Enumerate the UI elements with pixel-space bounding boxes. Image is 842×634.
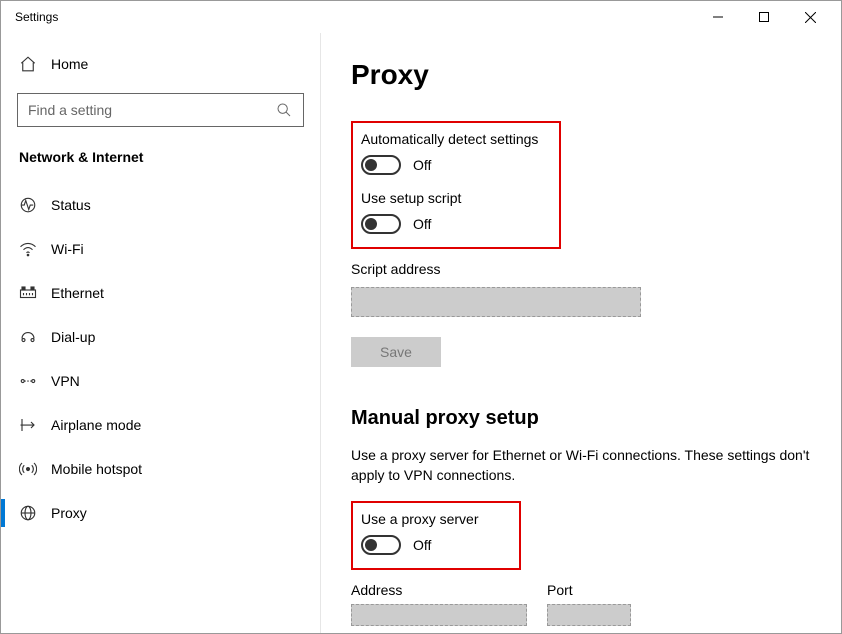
sidebar-item-label: Wi-Fi — [51, 241, 84, 257]
setup-script-label: Use setup script — [361, 190, 551, 206]
sidebar-item-label: Mobile hotspot — [51, 461, 142, 477]
sidebar-item-ethernet[interactable]: Ethernet — [1, 271, 320, 315]
sidebar-item-vpn[interactable]: VPN — [1, 359, 320, 403]
window-controls — [695, 1, 833, 33]
dialup-icon — [19, 328, 37, 346]
address-input — [351, 604, 527, 626]
sidebar-item-hotspot[interactable]: Mobile hotspot — [1, 447, 320, 491]
sidebar-item-wifi[interactable]: Wi-Fi — [1, 227, 320, 271]
setup-script-toggle[interactable]: Off — [361, 214, 431, 234]
use-proxy-label: Use a proxy server — [361, 511, 511, 527]
nav-home[interactable]: Home — [1, 45, 320, 83]
search-icon — [275, 101, 293, 119]
sidebar-item-label: VPN — [51, 373, 80, 389]
search-box[interactable] — [17, 93, 304, 127]
wifi-icon — [19, 240, 37, 258]
nav-home-label: Home — [51, 56, 88, 72]
save-button: Save — [351, 337, 441, 367]
sidebar-section-header: Network & Internet — [1, 143, 320, 183]
manual-section-title: Manual proxy setup — [351, 407, 811, 430]
script-address-label: Script address — [351, 261, 811, 277]
highlight-manual-section: Use a proxy server Off — [351, 501, 521, 570]
hotspot-icon — [19, 460, 37, 478]
sidebar-item-label: Airplane mode — [51, 417, 141, 433]
use-proxy-toggle[interactable]: Off — [361, 535, 431, 555]
status-icon — [19, 196, 37, 214]
script-address-input — [351, 287, 641, 317]
vpn-icon — [19, 372, 37, 390]
search-input[interactable] — [28, 102, 275, 118]
port-input — [547, 604, 631, 626]
port-label: Port — [547, 582, 631, 598]
sidebar-item-dialup[interactable]: Dial-up — [1, 315, 320, 359]
sidebar-item-label: Status — [51, 197, 91, 213]
auto-detect-toggle[interactable]: Off — [361, 155, 431, 175]
sidebar-item-proxy[interactable]: Proxy — [1, 491, 320, 535]
sidebar-item-label: Proxy — [51, 505, 87, 521]
sidebar-item-status[interactable]: Status — [1, 183, 320, 227]
minimize-button[interactable] — [695, 1, 741, 33]
toggle-state: Off — [413, 157, 431, 173]
highlight-auto-section: Automatically detect settings Off Use se… — [351, 121, 561, 249]
auto-detect-label: Automatically detect settings — [361, 131, 551, 147]
home-icon — [19, 55, 37, 73]
toggle-switch-icon — [361, 155, 401, 175]
close-button[interactable] — [787, 1, 833, 33]
maximize-button[interactable] — [741, 1, 787, 33]
sidebar-item-airplane[interactable]: Airplane mode — [1, 403, 320, 447]
sidebar: Home Network & Internet Status Wi-Fi — [1, 33, 321, 633]
page-title: Proxy — [351, 59, 811, 91]
sidebar-item-label: Ethernet — [51, 285, 104, 301]
toggle-state: Off — [413, 537, 431, 553]
address-label: Address — [351, 582, 527, 598]
toggle-switch-icon — [361, 535, 401, 555]
toggle-switch-icon — [361, 214, 401, 234]
manual-description: Use a proxy server for Ethernet or Wi-Fi… — [351, 446, 811, 485]
airplane-icon — [19, 416, 37, 434]
toggle-state: Off — [413, 216, 431, 232]
window-title: Settings — [9, 10, 58, 24]
titlebar: Settings — [1, 1, 841, 33]
content-area: Proxy Automatically detect settings Off … — [321, 33, 841, 633]
sidebar-item-label: Dial-up — [51, 329, 95, 345]
proxy-icon — [19, 504, 37, 522]
ethernet-icon — [19, 284, 37, 302]
